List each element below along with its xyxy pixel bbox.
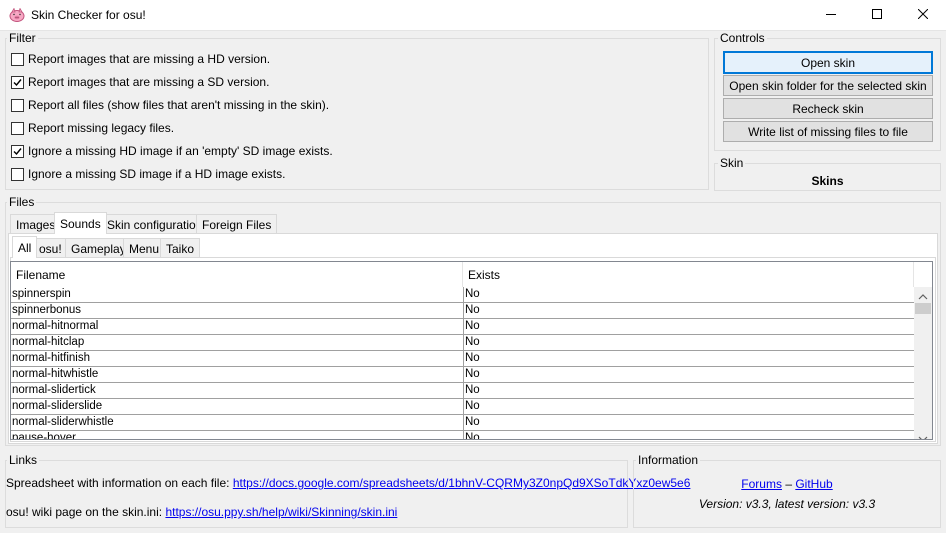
cell-filename: normal-hitnormal bbox=[12, 320, 99, 332]
cell-exists: No bbox=[463, 367, 480, 382]
cell-filename: normal-sliderwhistle bbox=[12, 416, 114, 428]
filter-option-hd-missing[interactable]: Report images that are missing a HD vers… bbox=[11, 51, 270, 67]
subtab-taiko[interactable]: Taiko bbox=[160, 238, 201, 258]
cell-exists: No bbox=[463, 335, 480, 350]
cell-exists: No bbox=[463, 399, 480, 414]
filter-option-label: Report images that are missing a HD vers… bbox=[28, 52, 271, 66]
window-title: Skin Checker for osu! bbox=[31, 8, 146, 22]
cell-filename: spinnerspin bbox=[12, 288, 71, 300]
github-link[interactable]: GitHub bbox=[795, 477, 832, 491]
minimize-icon bbox=[826, 8, 836, 22]
filter-option-ignore-sd[interactable]: Ignore a missing SD image if a HD image … bbox=[11, 166, 285, 182]
cell-exists: No bbox=[463, 383, 480, 398]
cell-exists: No bbox=[463, 319, 480, 334]
cell-filename: normal-slidertick bbox=[12, 384, 96, 396]
pig-icon bbox=[9, 7, 25, 22]
controls-group-label: Controls bbox=[718, 31, 767, 45]
table-row[interactable]: normal-slidertick No bbox=[11, 383, 914, 399]
column-header-label: Filename bbox=[16, 268, 66, 282]
filter-option-label: Ignore a missing HD image if an 'empty' … bbox=[28, 144, 333, 158]
close-icon bbox=[917, 8, 929, 22]
maximize-icon bbox=[872, 8, 882, 22]
checkbox[interactable] bbox=[11, 167, 24, 181]
cell-filename: spinnerbonus bbox=[12, 304, 82, 316]
cell-exists: No bbox=[463, 287, 480, 302]
cell-exists: No bbox=[463, 351, 480, 366]
maximize-button[interactable] bbox=[854, 0, 900, 30]
forums-link[interactable]: Forums bbox=[741, 477, 782, 491]
files-table[interactable]: Filename Exists spinnerspin No spinnerbon… bbox=[10, 261, 933, 440]
cell-filename: normal-hitwhistle bbox=[12, 368, 99, 380]
links-group-label: Links bbox=[7, 453, 40, 467]
recheck-skin-button[interactable]: Recheck skin bbox=[723, 98, 933, 119]
subtab-all[interactable]: All bbox=[12, 236, 38, 258]
link-separator: – bbox=[785, 477, 792, 491]
open-skin-folder-button[interactable]: Open skin folder for the selected skin bbox=[723, 75, 933, 96]
wiki-line: osu! wiki page on the skin.ini: https://… bbox=[6, 505, 397, 519]
subtab-osu[interactable]: osu! bbox=[33, 238, 68, 258]
minimize-button[interactable] bbox=[808, 0, 854, 30]
subtab-gameplay[interactable]: Gameplay bbox=[65, 238, 132, 258]
table-row[interactable]: normal-hitwhistle No bbox=[11, 367, 914, 383]
table-row[interactable]: normal-hitfinish No bbox=[11, 351, 914, 367]
table-row[interactable]: normal-hitnormal No bbox=[11, 319, 914, 335]
wiki-text: osu! wiki page on the skin.ini: bbox=[6, 505, 163, 519]
checkbox[interactable] bbox=[11, 121, 24, 135]
filter-option-report-all[interactable]: Report all files (show files that aren't… bbox=[11, 97, 329, 113]
scroll-thumb[interactable] bbox=[915, 303, 931, 314]
cell-filename: normal-hitfinish bbox=[12, 352, 90, 364]
cell-exists: No bbox=[463, 303, 480, 318]
skin-group-label: Skin bbox=[718, 156, 746, 170]
tab-foreign-files[interactable]: Foreign Files bbox=[196, 214, 278, 234]
cell-exists: No bbox=[463, 431, 480, 439]
column-header-label: Exists bbox=[468, 268, 501, 282]
title-bar: Skin Checker for osu! bbox=[0, 0, 946, 31]
open-skin-button[interactable]: Open skin bbox=[723, 51, 933, 74]
spreadsheet-line: Spreadsheet with information on each fil… bbox=[6, 476, 690, 490]
cell-filename: pause-hover bbox=[12, 432, 76, 440]
column-header-exists[interactable]: Exists bbox=[463, 262, 914, 287]
checkbox[interactable] bbox=[11, 98, 24, 112]
table-row[interactable]: spinnerspin No bbox=[11, 287, 914, 303]
information-group bbox=[633, 460, 941, 528]
filter-option-label: Report all files (show files that aren't… bbox=[28, 98, 330, 112]
cell-exists: No bbox=[463, 415, 480, 430]
scroll-up-icon[interactable] bbox=[918, 289, 928, 303]
tab-sounds[interactable]: Sounds bbox=[54, 212, 107, 234]
table-row[interactable]: normal-sliderslide No bbox=[11, 399, 914, 415]
table-row[interactable]: pause-hover No bbox=[11, 431, 914, 440]
filter-option-label: Report missing legacy files. bbox=[28, 121, 175, 135]
filter-option-legacy[interactable]: Report missing legacy files. bbox=[11, 120, 174, 136]
skin-name: Skins bbox=[811, 174, 844, 188]
scroll-down-icon[interactable] bbox=[918, 431, 928, 439]
table-row[interactable]: normal-sliderwhistle No bbox=[11, 415, 914, 431]
cell-filename: normal-hitclap bbox=[12, 336, 85, 348]
checkbox[interactable] bbox=[11, 52, 24, 66]
tab-skin-configuration[interactable]: Skin configuration bbox=[101, 214, 209, 234]
files-group-label: Files bbox=[7, 195, 37, 209]
close-button[interactable] bbox=[900, 0, 946, 30]
filter-option-label: Report images that are missing a SD vers… bbox=[28, 75, 270, 89]
filter-option-label: Ignore a missing SD image if a HD image … bbox=[28, 167, 286, 181]
filter-option-sd-missing[interactable]: Report images that are missing a SD vers… bbox=[11, 74, 269, 90]
wiki-link[interactable]: https://osu.ppy.sh/help/wiki/Skinning/sk… bbox=[165, 505, 397, 519]
table-row[interactable]: spinnerbonus No bbox=[11, 303, 914, 319]
vertical-scrollbar[interactable] bbox=[914, 287, 932, 439]
information-links: Forums – GitHub bbox=[633, 477, 941, 491]
filter-option-ignore-hd[interactable]: Ignore a missing HD image if an 'empty' … bbox=[11, 143, 333, 159]
column-header-filename[interactable]: Filename bbox=[11, 262, 463, 287]
spreadsheet-text: Spreadsheet with information on each fil… bbox=[6, 476, 230, 490]
cell-filename: normal-sliderslide bbox=[12, 400, 103, 412]
table-row[interactable]: normal-hitclap No bbox=[11, 335, 914, 351]
version-text: Version: v3.3, latest version: v3.3 bbox=[698, 497, 876, 511]
checkbox[interactable] bbox=[11, 75, 24, 89]
subtab-menu[interactable]: Menu bbox=[123, 238, 166, 258]
filter-group-label: Filter bbox=[7, 31, 38, 45]
information-group-label: Information bbox=[636, 453, 701, 467]
write-missing-list-button[interactable]: Write list of missing files to file bbox=[723, 121, 933, 142]
checkbox[interactable] bbox=[11, 144, 24, 158]
spreadsheet-link[interactable]: https://docs.google.com/spreadsheets/d/1… bbox=[233, 476, 691, 490]
